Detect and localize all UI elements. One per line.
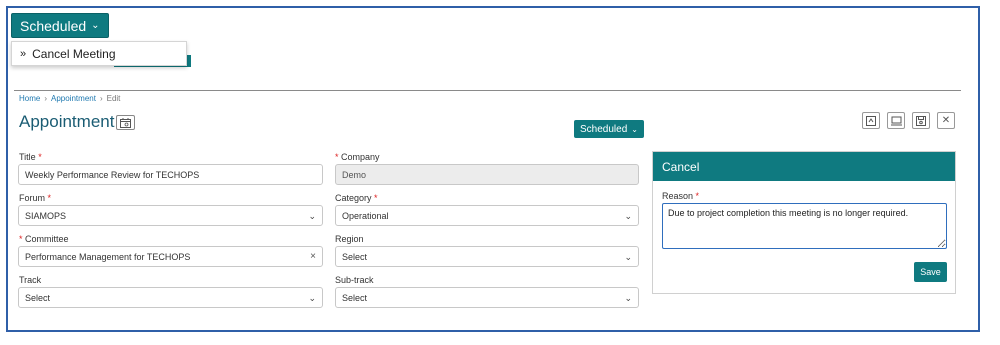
subtrack-label: Sub-track <box>335 275 374 285</box>
subtrack-select-value: Select <box>342 292 368 303</box>
category-label-text: Category <box>335 193 372 203</box>
committee-select[interactable]: Performance Management for TECHOPS × <box>18 246 323 267</box>
company-input: Demo <box>335 164 639 185</box>
status-dropdown-label: Scheduled <box>20 17 87 34</box>
track-label-text: Track <box>19 275 42 285</box>
chevron-down-icon: ⌄ <box>308 293 316 303</box>
calendar-button[interactable] <box>116 115 135 130</box>
close-icon: ✕ <box>941 115 951 126</box>
forum-select[interactable]: SIAMOPS ⌄ <box>18 205 323 226</box>
breadcrumb-appointment[interactable]: Appointment <box>51 94 96 103</box>
category-label: Category * <box>335 193 378 203</box>
required-marker: * <box>47 193 52 203</box>
refresh-icon <box>866 115 876 126</box>
title-input-value: Weekly Performance Review for TECHOPS <box>25 169 200 180</box>
category-select-value: Operational <box>342 210 389 221</box>
title-label-text: Title <box>19 152 36 162</box>
menu-item-label: Cancel Meeting <box>32 46 116 61</box>
chevron-down-icon: ⌄ <box>308 211 316 221</box>
divider <box>14 90 961 91</box>
preview-button[interactable] <box>887 112 905 129</box>
category-select[interactable]: Operational ⌄ <box>335 205 639 226</box>
required-marker: * <box>374 193 378 203</box>
committee-label: * Committee <box>19 234 69 244</box>
breadcrumb: Home › Appointment › Edit <box>19 94 120 103</box>
track-select[interactable]: Select ⌄ <box>18 287 323 308</box>
status-button-label: Scheduled <box>580 123 628 135</box>
region-label: Region <box>335 234 364 244</box>
chevron-down-icon: ⌄ <box>631 124 638 134</box>
required-marker: * <box>695 191 700 201</box>
forum-select-value: SIAMOPS <box>25 210 67 221</box>
chevron-down-icon: ⌄ <box>624 293 632 303</box>
chevron-down-icon: ⌄ <box>91 20 100 31</box>
title-label: Title * <box>19 152 42 162</box>
region-select[interactable]: Select ⌄ <box>335 246 639 267</box>
close-button[interactable]: ✕ <box>937 112 955 129</box>
required-marker: * <box>335 152 339 162</box>
company-label: * Company <box>335 152 380 162</box>
reason-label: Reason * <box>662 191 699 201</box>
required-marker: * <box>19 234 23 244</box>
dropdown-menu-item-cancel-meeting[interactable]: » Cancel Meeting <box>11 41 187 66</box>
cancel-panel-title: Cancel <box>653 152 955 181</box>
required-marker: * <box>38 152 42 162</box>
forum-label: Forum * <box>19 193 51 203</box>
breadcrumb-separator-icon: › <box>99 94 103 103</box>
company-label-text: Company <box>341 152 380 162</box>
status-button[interactable]: Scheduled ⌄ <box>574 120 644 138</box>
subtrack-label-text: Sub-track <box>335 275 374 285</box>
reason-textarea[interactable]: Due to project completion this meeting i… <box>662 203 947 249</box>
reason-label-text: Reason <box>662 191 694 201</box>
save-icon <box>916 115 926 126</box>
page-title: Appointment <box>19 112 115 131</box>
company-input-value: Demo <box>342 169 367 180</box>
committee-label-text: Committee <box>25 234 69 244</box>
breadcrumb-home[interactable]: Home <box>19 94 40 103</box>
double-chevron-right-icon: » <box>20 47 27 60</box>
subtrack-select[interactable]: Select ⌄ <box>335 287 639 308</box>
save-toolbar-button[interactable] <box>912 112 930 129</box>
status-dropdown-button[interactable]: Scheduled ⌄ <box>11 13 109 38</box>
breadcrumb-current: Edit <box>106 94 121 103</box>
track-select-value: Select <box>25 292 51 303</box>
region-select-value: Select <box>342 251 368 262</box>
track-label: Track <box>19 275 41 285</box>
region-label-text: Region <box>335 234 364 244</box>
breadcrumb-separator-icon: › <box>44 94 48 103</box>
clear-icon[interactable]: × <box>310 251 316 262</box>
title-input[interactable]: Weekly Performance Review for TECHOPS <box>18 164 323 185</box>
calendar-icon <box>120 117 131 128</box>
cancel-panel: Cancel Reason * Due to project completio… <box>652 151 956 294</box>
chevron-down-icon: ⌄ <box>624 211 632 221</box>
forum-label-text: Forum <box>19 193 46 203</box>
monitor-icon <box>890 116 902 125</box>
refresh-button[interactable] <box>862 112 880 129</box>
committee-select-value: Performance Management for TECHOPS <box>25 251 191 262</box>
save-button[interactable]: Save <box>914 262 947 282</box>
chevron-down-icon: ⌄ <box>624 252 632 262</box>
